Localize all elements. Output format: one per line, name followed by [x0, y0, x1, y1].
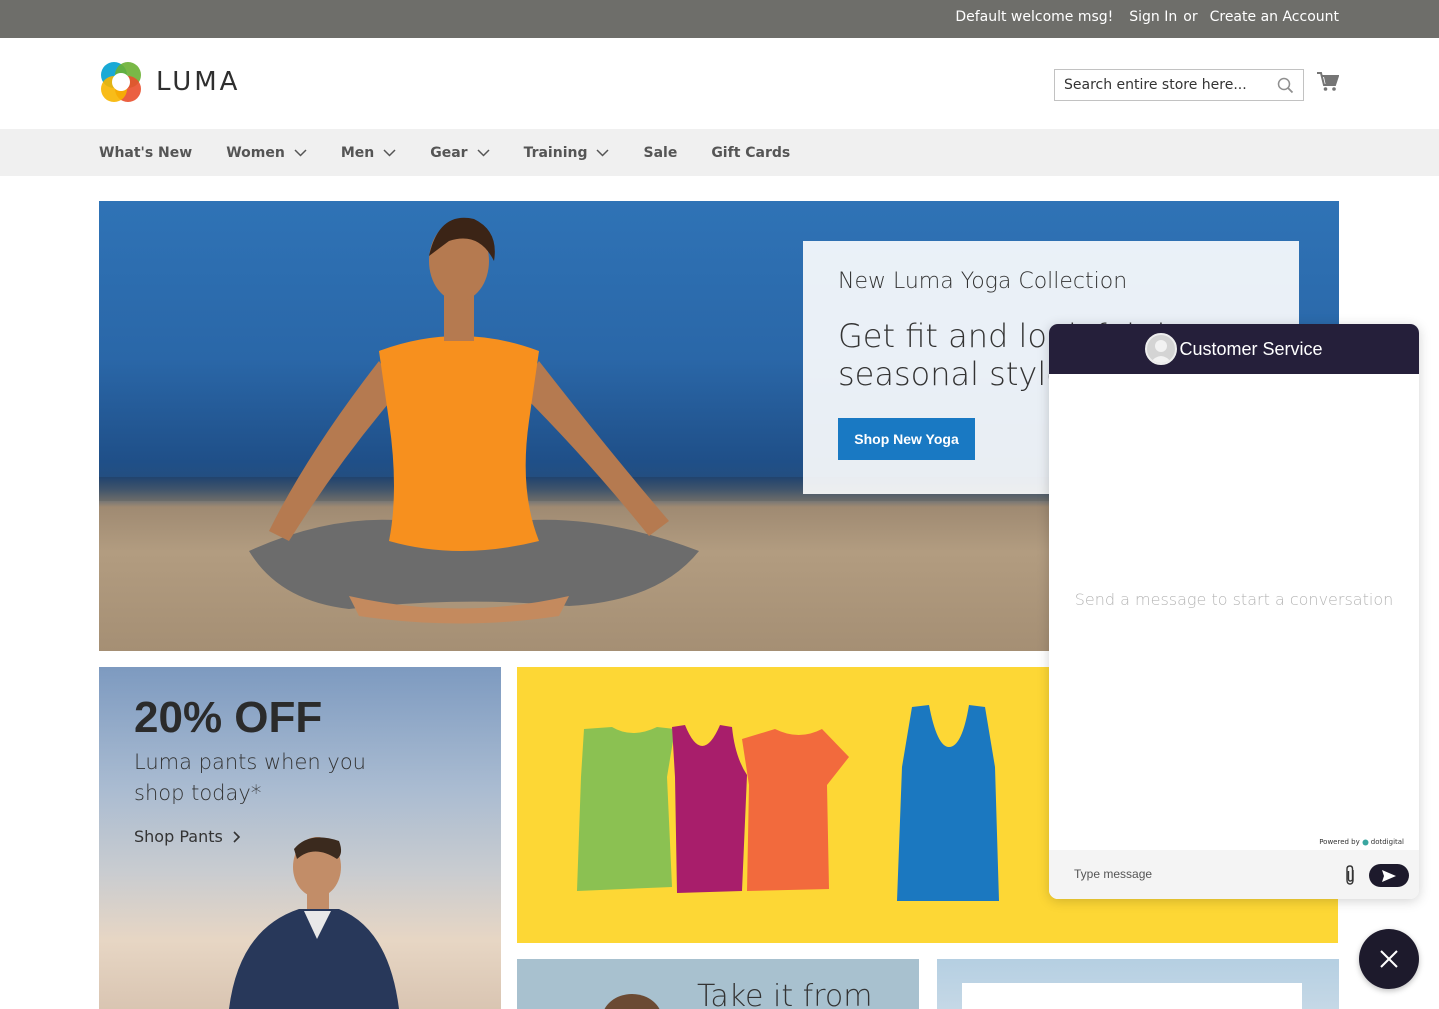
pants-promo[interactable]: 20% OFF Luma pants when you shop today* …: [99, 667, 501, 1009]
chevron-down-icon: [596, 148, 610, 157]
chat-close-button[interactable]: [1359, 929, 1419, 989]
dotdigital-logo-icon: [1362, 839, 1369, 845]
nav-item-sale[interactable]: Sale: [643, 145, 677, 161]
yoga-model-image: [249, 217, 699, 624]
model-head-image: [604, 994, 660, 1009]
paperclip-icon[interactable]: [1343, 864, 1357, 886]
powered-by-brand: dotdigital: [1370, 838, 1404, 846]
nav-item-label: Training: [523, 144, 588, 161]
discount-heading: 20% OFF: [134, 693, 323, 742]
testimonial-promo-heading: Take it from: [697, 979, 873, 1009]
search-input[interactable]: [1055, 70, 1265, 100]
chat-empty-state: Send a message to start a conversation: [1074, 590, 1394, 609]
or-separator: or: [1183, 9, 1198, 25]
agent-avatar: [1145, 333, 1178, 365]
user-avatar-icon: [1150, 340, 1173, 363]
eco-promo[interactable]: [937, 959, 1339, 1009]
nav-item-gift-cards[interactable]: Gift Cards: [711, 145, 790, 161]
nav-item-men[interactable]: Men: [341, 145, 396, 161]
shop-new-yoga-button[interactable]: Shop New Yoga: [838, 418, 975, 460]
eco-promo-card: [962, 983, 1302, 1009]
send-message-button[interactable]: [1369, 864, 1409, 887]
store-logo[interactable]: LUMA: [99, 60, 240, 104]
chat-header: Customer Service: [1049, 324, 1419, 374]
chat-composer: [1049, 850, 1419, 899]
close-icon: [1380, 950, 1398, 968]
cart-icon[interactable]: [1317, 72, 1339, 92]
nav-menu: What's New Women Men Gear Training Sale Gift C…: [99, 129, 824, 176]
powered-by-label: Powered by: [1319, 838, 1360, 846]
nav-item-label: Women: [226, 144, 285, 161]
chat-title: Customer Service: [1179, 338, 1323, 359]
chat-message-input[interactable]: [1063, 860, 1333, 888]
chevron-down-icon: [477, 148, 490, 157]
chat-powered-by: Powered by dotdigital: [1319, 838, 1404, 846]
nav-item-label: Gift Cards: [711, 144, 791, 161]
send-icon: [1382, 869, 1396, 882]
chevron-down-icon: [383, 148, 396, 157]
nav-item-label: Men: [340, 144, 375, 161]
sign-in-link[interactable]: Sign In: [1129, 9, 1177, 25]
search-icon[interactable]: [1277, 77, 1294, 94]
header-links: Default welcome msg! Sign In or Create a…: [955, 9, 1339, 25]
nav-item-gear[interactable]: Gear: [430, 144, 490, 161]
nav-item-what-s-new[interactable]: What's New: [99, 145, 192, 161]
chevron-down-icon: [294, 148, 307, 157]
top-panel: Default welcome msg! Sign In or Create a…: [0, 0, 1439, 38]
pants-promo-description: Luma pants when you shop today*: [134, 750, 366, 805]
create-account-link[interactable]: Create an Account: [1210, 9, 1339, 25]
main-navigation: What's New Women Men Gear Training Sale Gift C…: [0, 129, 1439, 176]
nav-item-women[interactable]: Women: [226, 145, 307, 161]
testimonial-promo[interactable]: Take it from: [517, 959, 919, 1009]
nav-item-label: Sale: [643, 144, 678, 161]
nav-item-training[interactable]: Training: [524, 145, 610, 161]
male-model-image: [229, 837, 399, 1009]
hero-subtitle: New Luma Yoga Collection: [838, 269, 1128, 294]
nav-item-label: Gear: [430, 144, 468, 161]
search-box: [1054, 69, 1304, 101]
page-header: LUMA: [0, 38, 1439, 129]
logo-text: LUMA: [156, 67, 241, 97]
nav-item-label: What's New: [99, 144, 193, 161]
chat-widget: Customer Service Send a message to start…: [1049, 324, 1419, 899]
welcome-message: Default welcome msg!: [955, 9, 1114, 25]
luma-logo-icon: [101, 62, 141, 102]
